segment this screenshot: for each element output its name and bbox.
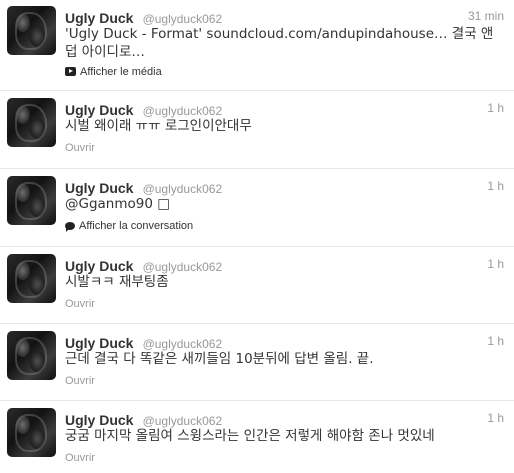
tweet-timeline: Ugly Duck @uglyduck062 31 min 'Ugly Duck… xyxy=(0,0,514,473)
tweet-text: 시발ㅋㅋ 재부팅좀 xyxy=(65,274,169,290)
action-label: Afficher la conversation xyxy=(79,220,194,232)
tweet-timestamp[interactable]: 1 h xyxy=(487,257,504,271)
tweet-timestamp[interactable]: 31 min xyxy=(468,9,504,23)
author-name[interactable]: Ugly Duck xyxy=(65,10,133,26)
author-handle[interactable]: @uglyduck062 xyxy=(143,414,223,428)
tweet-timestamp[interactable]: 1 h xyxy=(487,179,504,193)
tweet-timestamp[interactable]: 1 h xyxy=(487,334,504,348)
author-name[interactable]: Ugly Duck xyxy=(65,412,133,428)
author-name[interactable]: Ugly Duck xyxy=(65,335,133,351)
media-play-icon xyxy=(65,67,76,76)
tweet-item[interactable]: Ugly Duck @uglyduck062 1 h 시발ㅋㅋ 재부팅좀 Ouv… xyxy=(0,248,514,324)
open-link[interactable]: Ouvrir xyxy=(65,142,95,154)
tweet-text: 'Ugly Duck - Format' soundcloud.com/andu… xyxy=(65,26,494,60)
author-handle[interactable]: @uglyduck062 xyxy=(143,260,223,274)
tweet-header: Ugly Duck @uglyduck062 1 h xyxy=(65,333,504,351)
open-link[interactable]: Ouvrir xyxy=(65,298,95,310)
tweet-item[interactable]: Ugly Duck @uglyduck062 1 h 궁굼 마지막 올림여 스윙… xyxy=(0,402,514,473)
avatar[interactable] xyxy=(7,331,56,380)
author-handle[interactable]: @uglyduck062 xyxy=(143,182,223,196)
tweet-text: 근데 결국 다 똑같은 새끼들임 10분뒤에 답변 올림. 끝. xyxy=(65,351,374,367)
tweet-header: Ugly Duck @uglyduck062 1 h xyxy=(65,100,504,118)
avatar[interactable] xyxy=(7,176,56,225)
tweet-timestamp[interactable]: 1 h xyxy=(487,101,504,115)
open-link[interactable]: Ouvrir xyxy=(65,375,95,387)
action-label: Afficher le média xyxy=(80,66,162,78)
avatar[interactable] xyxy=(7,254,56,303)
author-handle[interactable]: @uglyduck062 xyxy=(143,337,223,351)
avatar[interactable] xyxy=(7,408,56,457)
show-media-link[interactable]: Afficher le média xyxy=(65,66,162,78)
author-name[interactable]: Ugly Duck xyxy=(65,102,133,118)
tweet-header: Ugly Duck @uglyduck062 1 h xyxy=(65,256,504,274)
open-link[interactable]: Ouvrir xyxy=(65,452,95,464)
tweet-item[interactable]: Ugly Duck @uglyduck062 1 h 시벌 왜이래 ㅠㅠ 로그인… xyxy=(0,92,514,169)
tweet-text: @Gganmo90 □ xyxy=(65,196,170,212)
author-name[interactable]: Ugly Duck xyxy=(65,180,133,196)
tweet-header: Ugly Duck @uglyduck062 1 h xyxy=(65,410,504,428)
tweet-text: 시벌 왜이래 ㅠㅠ 로그인이안대무 xyxy=(65,118,252,134)
author-name[interactable]: Ugly Duck xyxy=(65,258,133,274)
tweet-timestamp[interactable]: 1 h xyxy=(487,411,504,425)
tweet-header: Ugly Duck @uglyduck062 31 min xyxy=(65,8,504,26)
author-handle[interactable]: @uglyduck062 xyxy=(143,104,223,118)
author-handle[interactable]: @uglyduck062 xyxy=(143,12,223,26)
conversation-bubble-icon xyxy=(65,222,75,232)
tweet-header: Ugly Duck @uglyduck062 1 h xyxy=(65,178,504,196)
show-conversation-link[interactable]: Afficher la conversation xyxy=(65,220,193,232)
avatar[interactable] xyxy=(7,6,56,55)
tweet-item[interactable]: Ugly Duck @uglyduck062 31 min 'Ugly Duck… xyxy=(0,0,514,91)
avatar[interactable] xyxy=(7,98,56,147)
tweet-item[interactable]: Ugly Duck @uglyduck062 1 h @Gganmo90 □ A… xyxy=(0,170,514,247)
tweet-item[interactable]: Ugly Duck @uglyduck062 1 h 근데 결국 다 똑같은 새… xyxy=(0,325,514,401)
tweet-text: 궁굼 마지막 올림여 스윙스라는 인간은 저렇게 해야함 존나 멋있네 xyxy=(65,428,435,444)
